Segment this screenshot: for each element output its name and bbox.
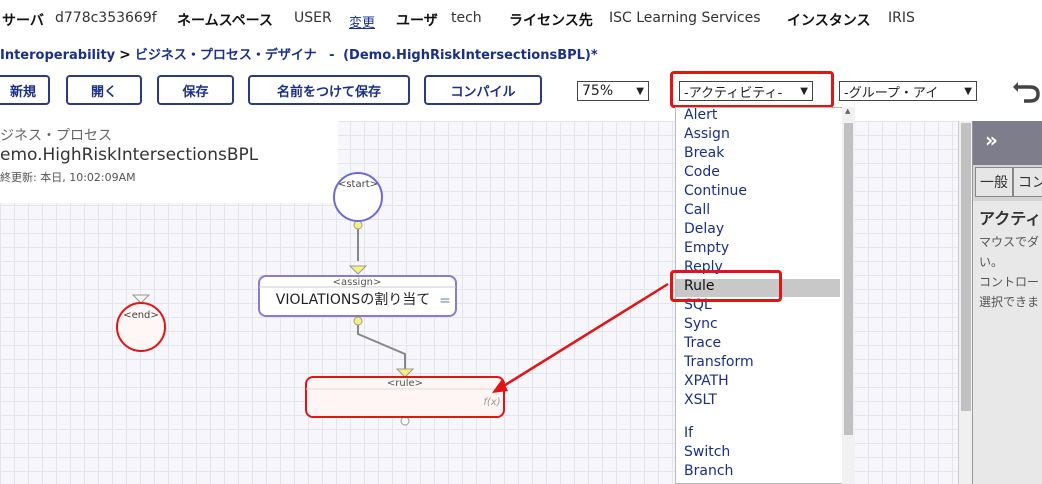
activity-select-highlight xyxy=(670,71,834,108)
panel-title: アクティ xyxy=(979,209,1042,228)
menu-item-delay[interactable]: Delay xyxy=(684,221,724,237)
connector-dot xyxy=(353,220,363,230)
breadcrumb-document: (Demo.HighRiskIntersectionsBPL)* xyxy=(343,48,598,63)
instance-key: インスタンス xyxy=(787,13,871,29)
new-button[interactable]: 新規 xyxy=(0,75,50,105)
rule-fx: f(x) xyxy=(483,397,500,408)
panel-desc-line2: い。 xyxy=(979,255,1004,269)
menu-item-trace[interactable]: Trace xyxy=(684,335,721,351)
tab-other[interactable]: コン xyxy=(1013,167,1042,197)
dropdown-scrollbar[interactable]: ▲ xyxy=(842,107,855,484)
open-button[interactable]: 開く xyxy=(66,75,142,105)
menu-item-assign[interactable]: Assign xyxy=(684,126,730,142)
canvas-scrollbar[interactable] xyxy=(958,121,973,484)
end-label: <end> xyxy=(123,310,159,321)
group-select-value: -グループ・アイ xyxy=(844,85,939,101)
header-bar: サーバ d778c353669f ネームスペース USER 変更 ユーザ tec… xyxy=(0,0,1042,38)
chevron-down-icon: ▼ xyxy=(636,85,644,97)
group-select[interactable]: -グループ・アイ ▼ xyxy=(839,81,977,101)
rule-output-dot xyxy=(400,416,410,426)
assign-icon: = xyxy=(439,293,451,309)
compile-button[interactable]: コンパイル xyxy=(424,75,542,105)
namespace-value: USER xyxy=(294,10,332,26)
user-value: tech xyxy=(451,10,482,26)
menu-item-empty[interactable]: Empty xyxy=(684,240,729,256)
server-value: d778c353669f xyxy=(55,10,157,26)
save-button[interactable]: 保存 xyxy=(157,75,234,105)
breadcrumb: Interoperability > ビジネス・プロセス・デザイナ - (Demo.… xyxy=(0,44,598,64)
assign-tag: <assign> xyxy=(333,277,382,288)
dropdown-scrollbar-thumb[interactable] xyxy=(844,123,853,435)
connector-assign-rule xyxy=(357,321,406,369)
panel-header: » xyxy=(973,121,1042,165)
connector-arrow xyxy=(395,368,415,378)
menu-item-if[interactable]: If xyxy=(684,425,693,441)
properties-panel: » 一般 コン アクティ マウスでダ い。 コントロー 選択できま xyxy=(972,121,1042,484)
rule-item-highlight xyxy=(670,270,782,302)
panel-desc-line4: 選択できま xyxy=(979,295,1040,309)
panel-desc-line1: マウスでダ xyxy=(979,235,1040,249)
rule-tag: <rule> xyxy=(387,378,423,389)
start-label: <start> xyxy=(338,179,378,190)
server-key: サーバ xyxy=(2,13,44,29)
canvas-scrollbar-thumb[interactable] xyxy=(961,123,971,411)
menu-item-transform[interactable]: Transform xyxy=(684,354,754,370)
breadcrumb-separator: > xyxy=(119,47,131,63)
zoom-value: 75% xyxy=(582,83,614,99)
undo-icon[interactable] xyxy=(1012,80,1042,106)
breadcrumb-dash: - xyxy=(329,48,335,63)
connector-arrow xyxy=(348,265,368,275)
tab-general[interactable]: 一般 xyxy=(975,167,1013,197)
connector-dot xyxy=(353,316,363,326)
menu-item-call[interactable]: Call xyxy=(684,202,710,218)
namespace-key: ネームスペース xyxy=(177,13,273,29)
save-as-button[interactable]: 名前をつけて保存 xyxy=(248,75,410,105)
menu-item-break[interactable]: Break xyxy=(684,145,724,161)
menu-item-sync[interactable]: Sync xyxy=(684,316,718,332)
menu-item-switch[interactable]: Switch xyxy=(684,444,730,460)
instance-value: IRIS xyxy=(888,10,915,26)
license-key: ライセンス先 xyxy=(509,13,593,29)
menu-item-branch[interactable]: Branch xyxy=(684,463,733,479)
zoom-select[interactable]: 75% ▼ xyxy=(577,81,649,101)
menu-item-continue[interactable]: Continue xyxy=(684,183,747,199)
breadcrumb-root[interactable]: Interoperability xyxy=(0,48,115,63)
scroll-up-icon[interactable]: ▲ xyxy=(845,107,850,115)
menu-item-alert[interactable]: Alert xyxy=(684,107,717,123)
panel-desc-line3: コントロー xyxy=(979,275,1040,289)
breadcrumb-page[interactable]: ビジネス・プロセス・デザイナ xyxy=(135,48,317,63)
assign-text: VIOLATIONSの割り当て xyxy=(276,291,430,308)
chevron-down-icon: ▼ xyxy=(964,85,972,97)
menu-item-xslt[interactable]: XSLT xyxy=(684,392,717,408)
menu-item-xpath[interactable]: XPATH xyxy=(684,373,729,389)
user-key: ユーザ xyxy=(396,13,438,29)
license-value: ISC Learning Services xyxy=(609,10,761,26)
change-namespace-link[interactable]: 変更 xyxy=(349,12,375,31)
end-arrow xyxy=(131,294,151,304)
annotation-arrow-line xyxy=(501,282,669,389)
collapse-panel-icon[interactable]: » xyxy=(985,128,998,152)
menu-item-code[interactable]: Code xyxy=(684,164,720,180)
